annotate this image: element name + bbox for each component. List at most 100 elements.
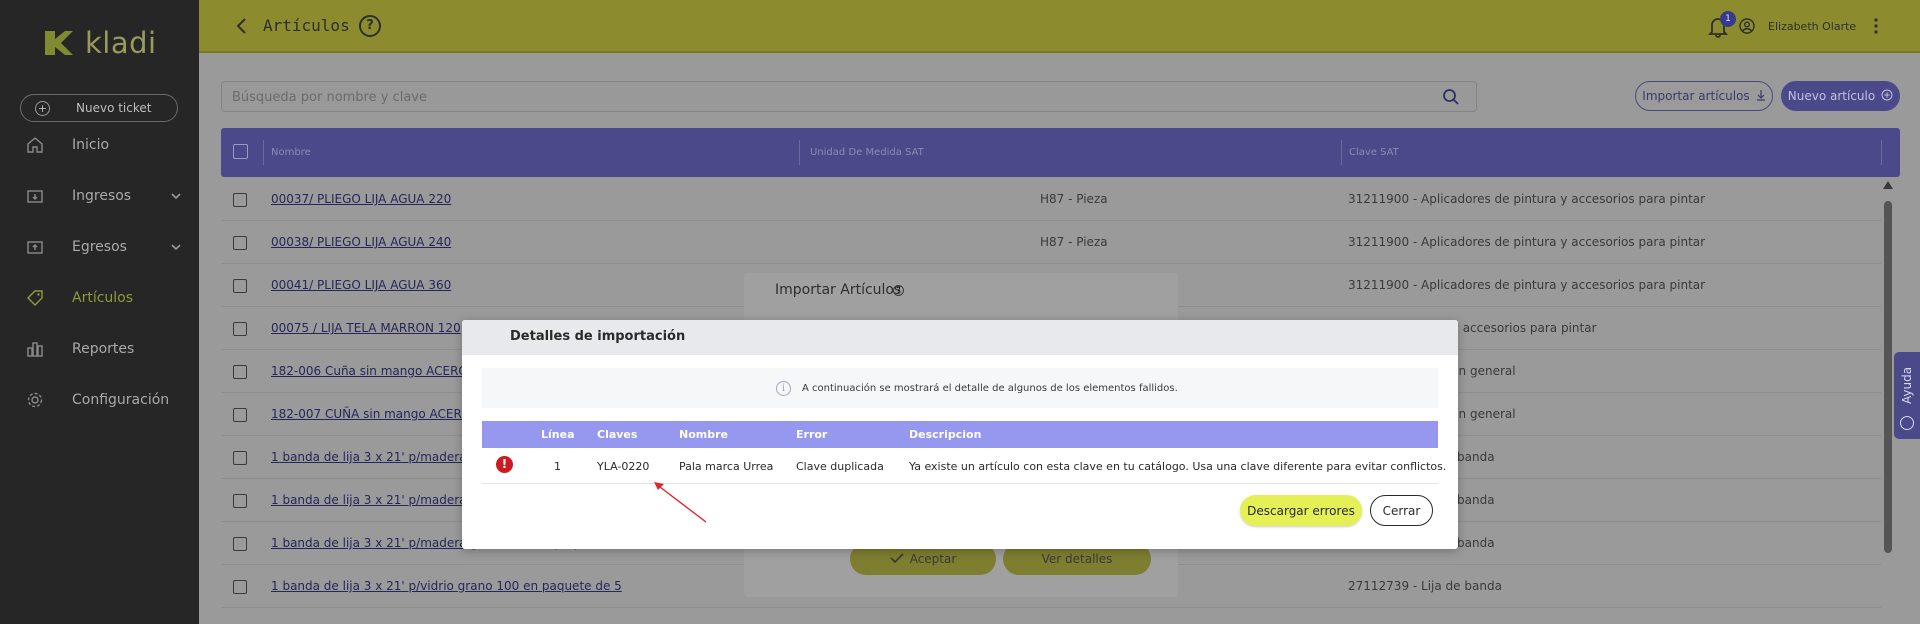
select-all-checkbox[interactable] <box>233 144 248 159</box>
check-icon <box>890 552 904 567</box>
search-input[interactable]: Búsqueda por nombre y clave <box>221 81 1477 112</box>
article-name-link[interactable]: 1 banda de lija 3 x 21' p/madera gra <box>271 450 490 464</box>
new-ticket-label: Nuevo ticket <box>76 101 152 115</box>
sidebar-item-label: Configuración <box>72 392 170 408</box>
sat-key-cell: 27112739 - Lija de banda <box>1348 579 1502 593</box>
back-arrow-icon[interactable] <box>235 17 249 35</box>
import-articles-button[interactable]: Importar artículos <box>1635 81 1773 111</box>
notification-badge: 1 <box>1720 11 1736 27</box>
page-title: Artículos <box>263 16 350 35</box>
import-modal-title: Importar Artículos <box>775 282 902 298</box>
reports-icon <box>26 340 44 358</box>
sidebar-item-inicio[interactable]: Inicio <box>0 125 199 165</box>
search-placeholder: Búsqueda por nombre y clave <box>232 90 427 105</box>
info-text: A continuación se mostrará el detalle de… <box>802 383 1178 394</box>
row-checkbox[interactable] <box>233 537 247 551</box>
sidebar-item-egresos[interactable]: Egresos <box>0 227 199 267</box>
table-row[interactable]: 00038/ PLIEGO LIJA AGUA 240 H87 - Pieza … <box>221 221 1881 264</box>
sidebar: kladi + Nuevo ticket Inicio Ingresos Egr… <box>0 0 199 624</box>
sat-key-cell: banda <box>1457 493 1495 507</box>
info-message: i A continuación se mostrará el detalle … <box>482 368 1438 408</box>
column-header-linea: Línea <box>541 428 575 441</box>
more-options-icon[interactable] <box>1873 16 1879 36</box>
article-name-link[interactable]: 00041/ PLIEGO LIJA AGUA 360 <box>271 278 451 292</box>
income-icon <box>26 187 44 205</box>
article-name-link[interactable]: 00038/ PLIEGO LIJA AGUA 240 <box>271 235 451 249</box>
error-type: Clave duplicada <box>796 460 884 473</box>
error-row: ! 1 YLA-0220 Pala marca Urrea Clave dupl… <box>482 449 1446 484</box>
search-icon[interactable] <box>1442 88 1460 106</box>
sidebar-item-label: Ingresos <box>72 188 132 204</box>
logo[interactable]: kladi <box>43 26 157 60</box>
logo-text: kladi <box>85 26 157 60</box>
sidebar-item-label: Egresos <box>72 239 127 255</box>
sidebar-item-label: Artículos <box>72 290 134 306</box>
sat-key-cell: banda <box>1457 450 1495 464</box>
new-article-button[interactable]: Nuevo artículo <box>1781 81 1900 111</box>
sidebar-item-configuracion[interactable]: Configuración <box>0 380 199 420</box>
column-header-nombre[interactable]: Nombre <box>271 147 311 158</box>
annotation-arrow-icon <box>654 482 707 523</box>
column-header-descripcion: Descripcion <box>909 428 982 441</box>
user-icon[interactable] <box>1739 18 1755 34</box>
error-key: YLA-0220 <box>597 460 650 473</box>
modal-title: Detalles de importación <box>510 329 686 344</box>
view-details-label: Ver detalles <box>1041 552 1113 566</box>
new-ticket-button[interactable]: + Nuevo ticket <box>20 94 178 122</box>
column-header-nombre: Nombre <box>679 428 728 441</box>
upload-icon <box>1756 89 1766 104</box>
new-article-label: Nuevo artículo <box>1787 89 1876 103</box>
sidebar-item-articulos[interactable]: Artículos <box>0 278 199 318</box>
info-icon: i <box>776 381 791 396</box>
article-name-link[interactable]: 182-006 Cuña sin mango ACERO m <box>271 364 483 378</box>
error-line: 1 <box>554 460 561 473</box>
row-checkbox[interactable] <box>233 236 247 250</box>
article-name-link[interactable]: 1 banda de lija 3 x 21' p/vidrio grano 1… <box>271 579 622 593</box>
help-tab-label: Ayuda <box>1900 366 1914 404</box>
row-checkbox[interactable] <box>233 193 247 207</box>
error-icon: ! <box>496 456 513 473</box>
home-icon <box>26 136 44 154</box>
import-articles-label: Importar artículos <box>1642 89 1750 103</box>
download-errors-label: Descargar errores <box>1247 503 1355 518</box>
sidebar-item-label: Inicio <box>72 137 110 153</box>
row-checkbox[interactable] <box>233 279 247 293</box>
row-checkbox[interactable] <box>233 365 247 379</box>
article-name-link[interactable]: 1 banda de lija 3 x 21' p/madera gra <box>271 493 490 507</box>
kladi-logo-icon <box>43 27 75 59</box>
close-button[interactable]: Cerrar <box>1370 495 1433 526</box>
expense-icon <box>26 238 44 256</box>
article-name-link[interactable]: 00037/ PLIEGO LIJA AGUA 220 <box>271 192 451 206</box>
row-checkbox[interactable] <box>233 322 247 336</box>
column-header-unidad[interactable]: Unidad De Medida SAT <box>810 147 924 158</box>
column-header-claves: Claves <box>597 428 638 441</box>
chevron-down-icon <box>170 241 182 253</box>
row-checkbox[interactable] <box>233 580 247 594</box>
download-errors-button[interactable]: Descargar errores <box>1240 495 1362 526</box>
modal-header: Detalles de importación <box>462 320 1458 355</box>
sidebar-item-reportes[interactable]: Reportes <box>0 329 199 369</box>
accept-label: Aceptar <box>909 552 957 566</box>
article-name-link[interactable]: 00075 / LIJA TELA MARRON 120 <box>271 321 461 335</box>
help-icon[interactable]: ? <box>359 15 381 37</box>
import-details-modal: Detalles de importación i A continuación… <box>462 320 1458 549</box>
gear-icon <box>26 391 44 409</box>
error-description: Ya existe un artículo con esta clave en … <box>909 460 1447 473</box>
sat-key-cell: 31211900 - Aplicadores de pintura y acce… <box>1348 235 1706 249</box>
table-row[interactable]: 00037/ PLIEGO LIJA AGUA 220 H87 - Pieza … <box>221 178 1881 221</box>
column-header-error: Error <box>796 428 828 441</box>
row-checkbox[interactable] <box>233 408 247 422</box>
column-header-clave-sat[interactable]: Clave SAT <box>1349 147 1399 158</box>
table-scrollbar[interactable] <box>1883 181 1894 555</box>
column-divider <box>1341 140 1342 165</box>
user-name[interactable]: Elizabeth Olarte <box>1768 20 1856 33</box>
scroll-thumb[interactable] <box>1884 201 1892 553</box>
sidebar-item-ingresos[interactable]: Ingresos <box>0 176 199 216</box>
help-tab[interactable]: Ayuda <box>1894 352 1920 439</box>
help-icon[interactable]: ? <box>893 285 904 296</box>
chevron-down-icon <box>170 190 182 202</box>
scroll-up-arrow-icon[interactable] <box>1883 181 1893 189</box>
row-checkbox[interactable] <box>233 494 247 508</box>
article-name-link[interactable]: 182-007 CUÑA sin mango ACERO D <box>271 407 484 421</box>
row-checkbox[interactable] <box>233 451 247 465</box>
